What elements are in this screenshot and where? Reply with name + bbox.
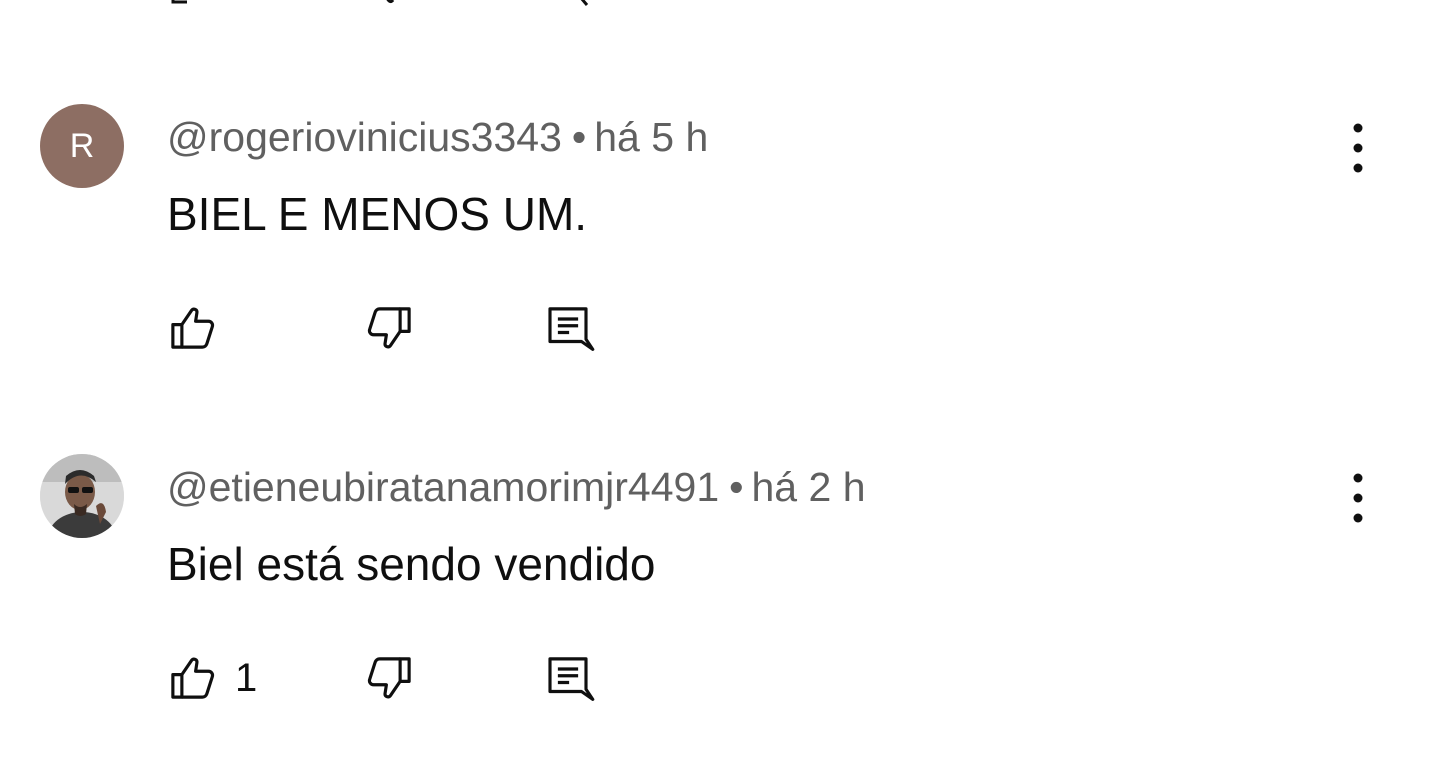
comment-actions [165,298,665,358]
comment-item: R @rogeriovinicius3343 • há 5 h BIEL E MEN… [0,104,1440,404]
avatar[interactable] [40,454,124,538]
reply-icon [548,657,595,701]
comment-meta: @etieneubiratanamorimjr4491 • há 2 h [167,462,866,512]
like-button[interactable]: 1 [165,648,257,708]
avatar-letter: R [69,126,95,165]
reply-button[interactable] [541,648,595,708]
avatar[interactable]: R [40,104,124,188]
comment-meta: @rogeriovinicius3343 • há 5 h [167,112,708,162]
thumb-up-icon [171,657,215,699]
thumb-down-icon[interactable] [365,0,419,6]
dislike-button[interactable] [363,298,417,358]
like-button[interactable] [165,298,235,358]
thumb-down-icon [367,307,411,349]
comment-actions: 1 [165,648,665,708]
thumb-up-icon[interactable] [167,0,221,6]
reply-icon [548,307,595,351]
separator-dot: • [729,464,744,510]
thumb-down-icon [367,657,411,699]
dislike-button[interactable] [363,648,417,708]
comment-menu-button[interactable] [1334,468,1382,528]
like-count: 1 [235,656,258,700]
comment-author[interactable]: @rogeriovinicius3343 [167,114,562,160]
comment-author[interactable]: @etieneubiratanamorimjr4491 [167,464,719,510]
thumb-up-icon [171,307,215,349]
comment-text: Biel está sendo vendido [167,538,656,590]
reply-button[interactable] [541,298,595,358]
comment-timestamp[interactable]: há 2 h [752,464,866,510]
previous-comment-actions [0,0,1440,6]
more-vert-icon [1353,473,1363,523]
comment-timestamp[interactable]: há 5 h [594,114,708,160]
comment-text: BIEL E MENOS UM. [167,188,588,240]
avatar-photo-icon [40,454,124,538]
comment-item: @etieneubiratanamorimjr4491 • há 2 h Biel … [0,454,1440,754]
more-vert-icon [1353,123,1363,173]
reply-icon[interactable] [545,0,599,6]
separator-dot: • [571,114,587,160]
comment-menu-button[interactable] [1334,118,1382,178]
